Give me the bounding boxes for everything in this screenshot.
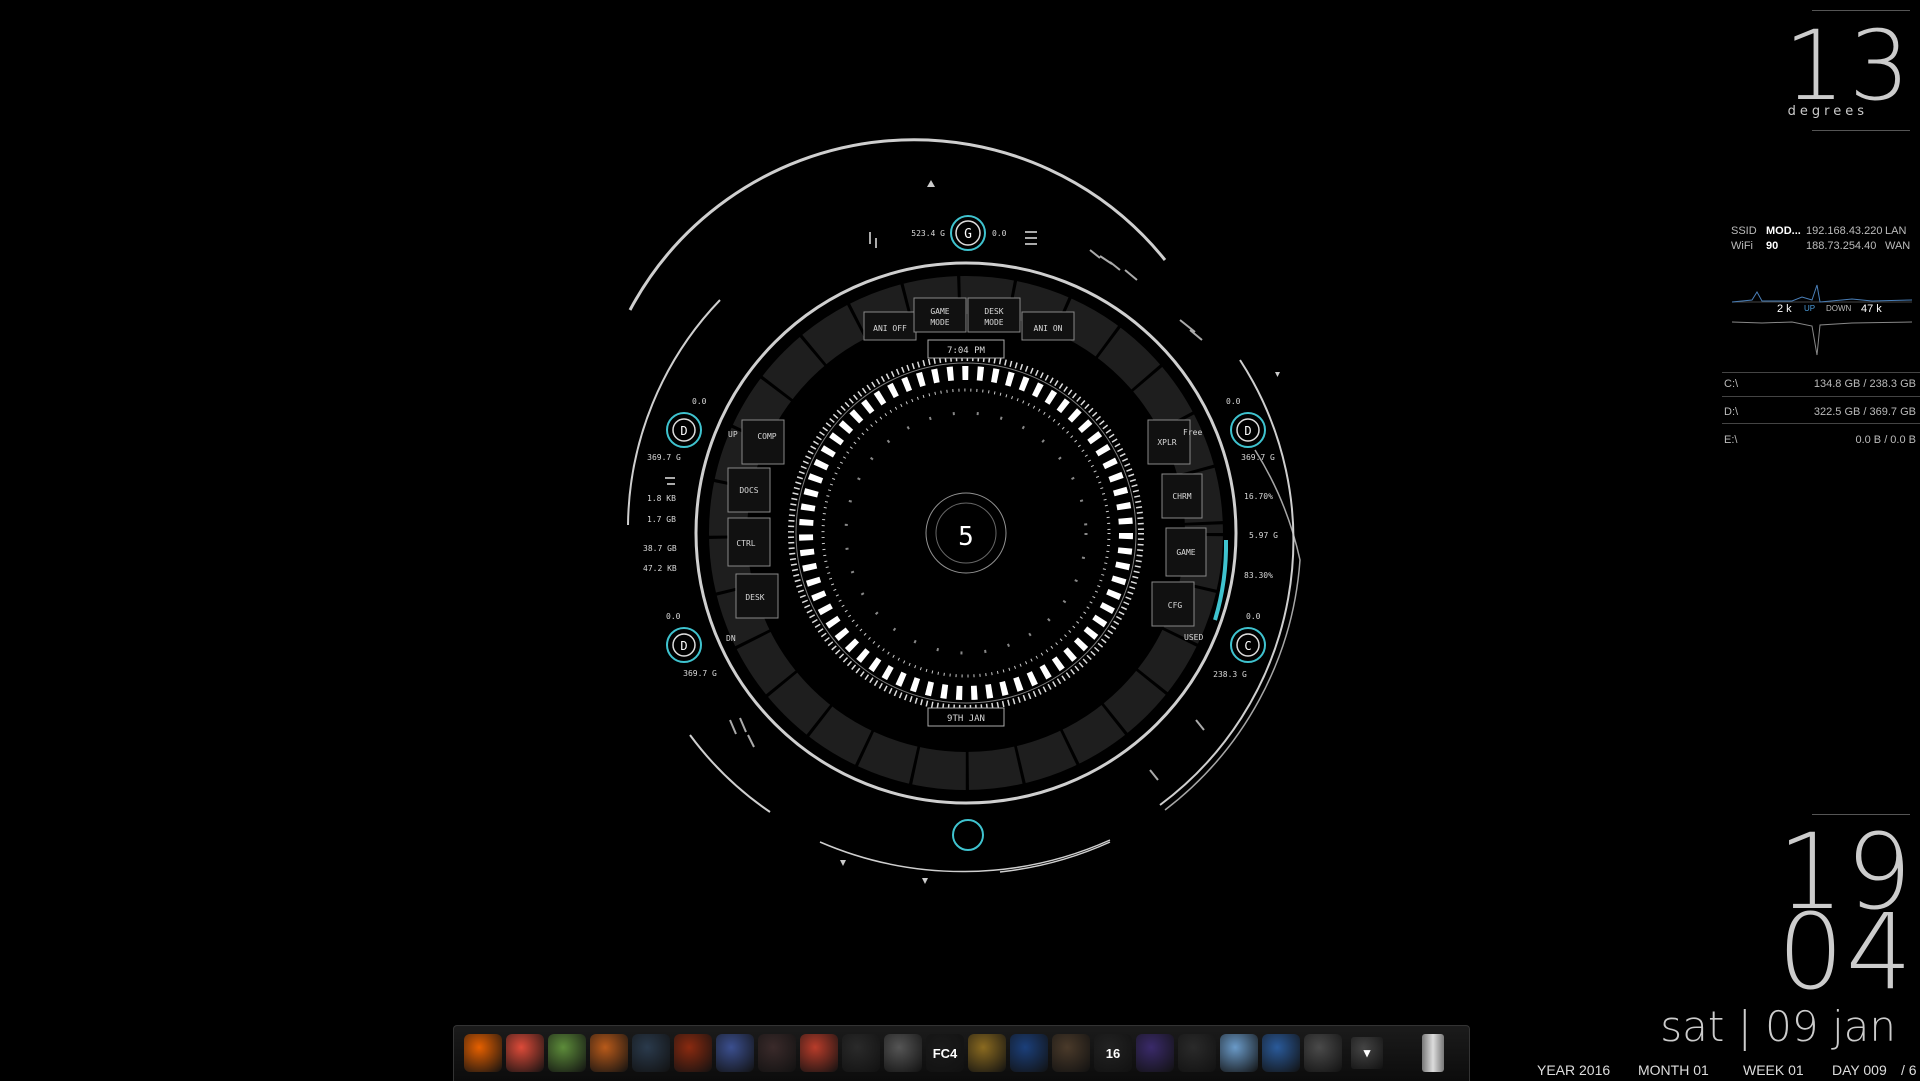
svg-text:369.7 G: 369.7 G (647, 453, 681, 462)
download-value: 47 k (1861, 303, 1882, 315)
drive-tl-button[interactable]: D (680, 424, 687, 438)
farcry4-icon[interactable]: FC4 (926, 1034, 964, 1072)
label-up: UP (728, 430, 738, 439)
game-poster-icon[interactable] (716, 1034, 754, 1072)
winamp-icon[interactable] (1178, 1034, 1216, 1072)
xplr-button[interactable]: XPLR (1157, 438, 1176, 447)
battlenet-icon[interactable] (1010, 1034, 1048, 1072)
day-stat: DAY 009 (1832, 1062, 1887, 1078)
svg-text:369.7 G: 369.7 G (1241, 453, 1275, 462)
network-graph (1732, 284, 1912, 356)
thunderbird-icon[interactable] (1262, 1034, 1300, 1072)
docs-button[interactable]: DOCS (739, 486, 758, 495)
game-tank-icon[interactable] (800, 1034, 838, 1072)
ctrl-button[interactable]: CTRL (736, 539, 755, 548)
video-editor-icon[interactable] (1136, 1034, 1174, 1072)
trash-icon[interactable] (1422, 1034, 1444, 1072)
upload-value: 2 k (1777, 303, 1792, 315)
dock-menu-icon[interactable]: ▾ (1351, 1037, 1383, 1069)
cfg-button[interactable]: CFG (1168, 601, 1183, 610)
rocket-icon[interactable] (590, 1034, 628, 1072)
game-button[interactable]: GAME (1176, 548, 1195, 557)
divider (1812, 130, 1910, 131)
dock: FC4 16 ▾ (453, 1025, 1470, 1081)
svg-text:38.7 GB: 38.7 GB (643, 544, 677, 553)
desk-mode-button[interactable]: DESK (984, 307, 1003, 316)
svg-text:16.70%: 16.70% (1244, 492, 1273, 501)
center-number: 5 (958, 522, 974, 552)
desk-button[interactable]: DESK (745, 593, 764, 602)
year-stat: YEAR 2016 (1537, 1062, 1611, 1078)
svg-text:1.8 KB: 1.8 KB (647, 494, 676, 503)
drive-row: C:\ 134.8 GB / 238.3 GB (1724, 378, 1916, 390)
drive-row: E:\ 0.0 B / 0.0 B (1724, 434, 1916, 446)
clock-minute: 04 (1777, 891, 1914, 1013)
globe-icon[interactable] (1220, 1034, 1258, 1072)
game-warrior-icon[interactable] (674, 1034, 712, 1072)
drive-row: D:\ 322.5 GB / 369.7 GB (1724, 406, 1916, 418)
hud-date: 9TH JAN (947, 714, 985, 724)
game-16-icon[interactable]: 16 (1094, 1034, 1132, 1072)
top-drive-button[interactable]: G (964, 227, 972, 242)
top-left-value: 523.4 G (911, 229, 945, 238)
ani-on-button[interactable]: ANI ON (1034, 324, 1063, 333)
drive-tr-button[interactable]: D (1244, 424, 1251, 438)
svg-text:83.30%: 83.30% (1244, 571, 1273, 580)
svg-text:238.3 G: 238.3 G (1213, 670, 1247, 679)
game-mode-button[interactable]: GAME (930, 307, 949, 316)
wifi-value: 90 (1766, 240, 1779, 252)
day-extra-stat: / 6 (1901, 1062, 1917, 1078)
svg-text:369.7 G: 369.7 G (683, 669, 717, 678)
diamond-icon[interactable] (1304, 1034, 1342, 1072)
svg-text:MODE: MODE (984, 318, 1003, 327)
label-dn: DN (726, 634, 736, 643)
steam-like-icon[interactable] (632, 1034, 670, 1072)
clock-date: sat | 09 jan (1660, 1002, 1896, 1051)
game-gold-icon[interactable] (968, 1034, 1006, 1072)
chrome-icon[interactable] (506, 1034, 544, 1072)
label-free: Free (1183, 428, 1202, 437)
divider (1812, 10, 1910, 11)
firefox-icon[interactable] (464, 1034, 502, 1072)
wan-ip: 188.73.254.40 (1806, 240, 1877, 252)
ani-off-button[interactable]: ANI OFF (873, 324, 907, 333)
minecraft-icon[interactable] (548, 1034, 586, 1072)
hud-time: 7:04 PM (947, 346, 986, 356)
svg-text:47.2 KB: 47.2 KB (643, 564, 677, 573)
chrm-button[interactable]: CHRM (1172, 492, 1191, 501)
month-stat: MONTH 01 (1638, 1062, 1709, 1078)
game-knight-icon[interactable] (884, 1034, 922, 1072)
temperature-value: 13 (1783, 10, 1914, 122)
comp-button[interactable]: COMP (757, 432, 776, 441)
svg-text:0.0: 0.0 (1246, 612, 1261, 621)
temperature-unit-label: degrees (1787, 104, 1868, 119)
game-dark-icon[interactable] (758, 1034, 796, 1072)
lan-ip: 192.168.43.220 (1806, 225, 1883, 237)
svg-text:0.0: 0.0 (1226, 397, 1241, 406)
game-16-label: 16 (1105, 1045, 1121, 1061)
svg-text:1.7 GB: 1.7 GB (647, 515, 676, 524)
game-monster-icon[interactable] (1052, 1034, 1090, 1072)
label-used: USED (1184, 633, 1203, 642)
drive-bl-button[interactable]: D (680, 639, 687, 653)
top-right-value: 0.0 (992, 229, 1007, 238)
hud-widget: 5 7:04 PM 9TH JAN G 523.4 G 0.0 ANI OFF … (627, 138, 1301, 884)
svg-text:5.97 G: 5.97 G (1249, 531, 1278, 540)
farcry4-label: FC4 (932, 1045, 958, 1061)
week-stat: WEEK 01 (1743, 1062, 1804, 1078)
ssid-value: MOD... (1766, 225, 1801, 237)
svg-text:0.0: 0.0 (666, 612, 681, 621)
svg-text:MODE: MODE (930, 318, 949, 327)
witcher-icon[interactable] (842, 1034, 880, 1072)
drive-br-button[interactable]: C (1244, 639, 1251, 653)
svg-text:0.0: 0.0 (692, 397, 707, 406)
